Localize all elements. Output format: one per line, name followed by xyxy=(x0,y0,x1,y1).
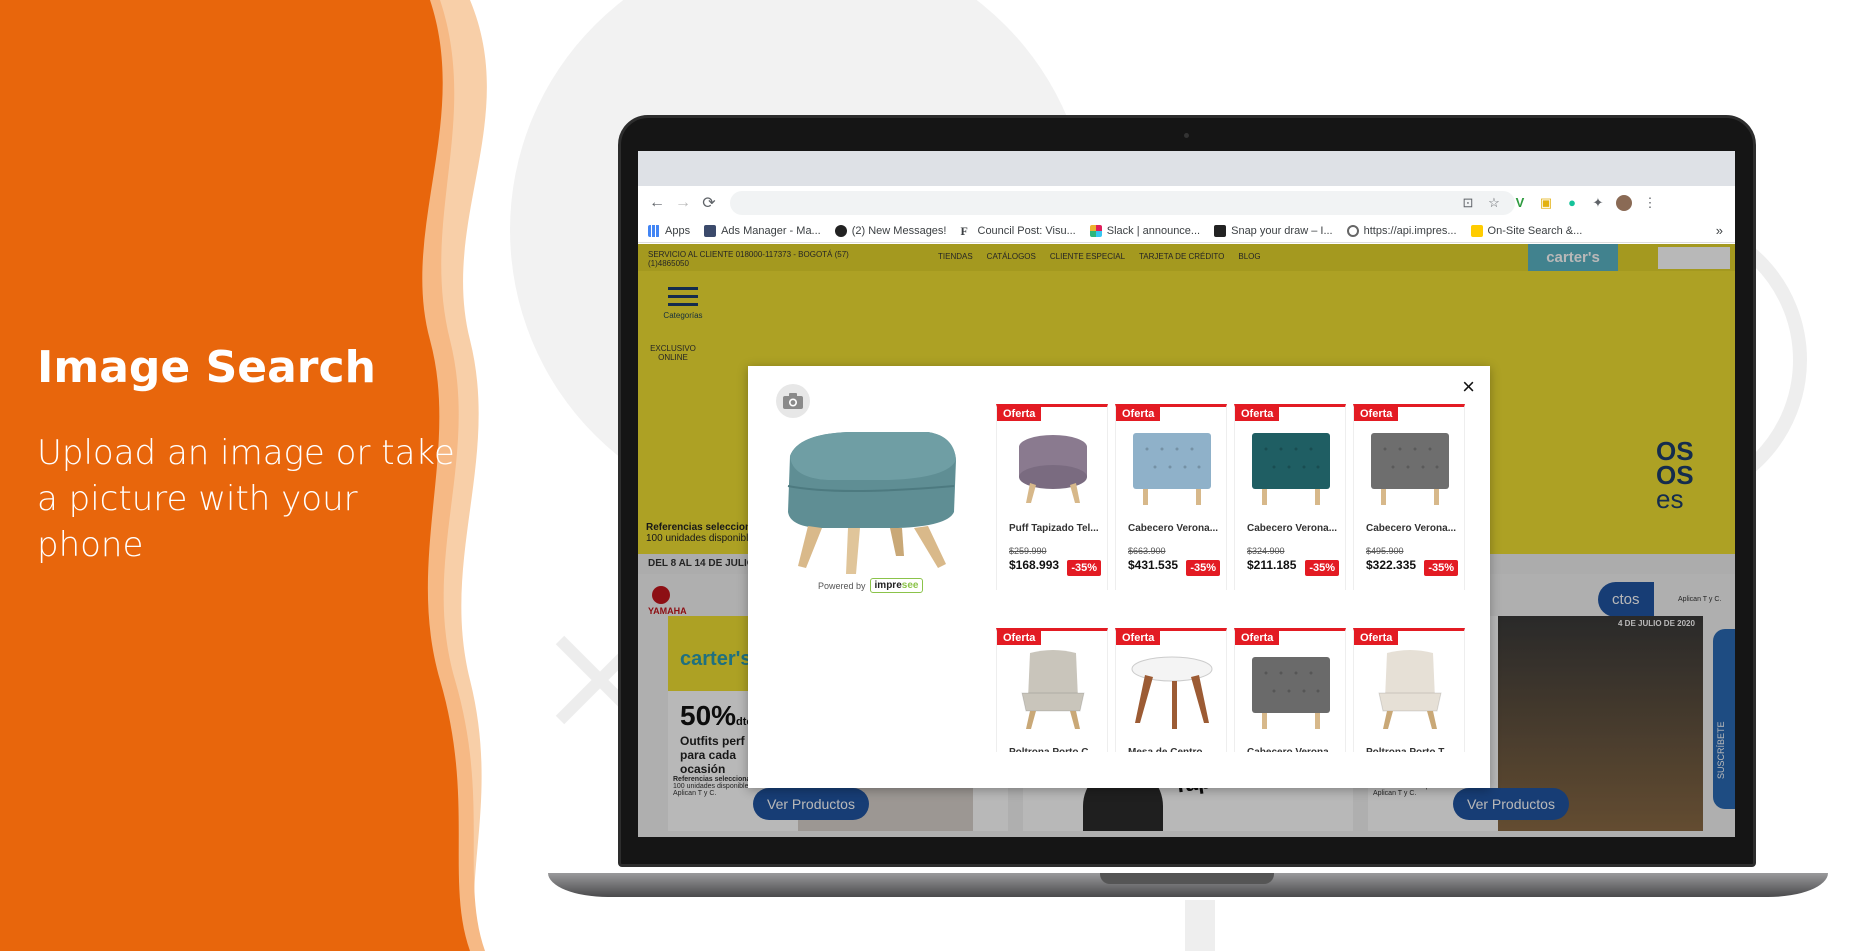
price: $322.335 xyxy=(1366,558,1417,572)
bookmark-label: Slack | announce... xyxy=(1106,224,1201,237)
result-card[interactable]: OfertaMesa de Centro ...$249.990$162.493… xyxy=(1115,628,1227,752)
impresee-logo: impresee xyxy=(869,578,924,593)
result-card[interactable]: OfertaPoltrona Porto T...$419.900$272.93… xyxy=(1353,628,1465,752)
forward-icon[interactable]: → xyxy=(670,190,696,216)
result-card[interactable]: OfertaPoltrona Porto C...$419.900$272.93… xyxy=(996,628,1108,752)
old-price: $663.900 xyxy=(1128,546,1166,556)
bookmark-council-post[interactable]: F Council Post: Visu... xyxy=(961,225,1076,237)
browser-tabstrip xyxy=(638,151,1735,186)
close-icon[interactable]: × xyxy=(1462,374,1475,400)
laptop-notch xyxy=(1100,873,1274,884)
puzzle-icon[interactable]: ✦ xyxy=(1585,192,1611,214)
star-icon[interactable]: ☆ xyxy=(1481,192,1507,214)
bookmark-label: Apps xyxy=(665,224,691,237)
hero-copy: Image Search Upload an image or take a p… xyxy=(37,340,457,568)
results-grid: Oferta Puff Tapizado Tel... $259.990 $168.9… xyxy=(996,404,1469,752)
website: SERVICIO AL CLIENTE 018000-117373 - BOGO… xyxy=(638,244,1735,837)
browser-toolbar: ← → ⟳ ⊡ ☆ V ▣ ● ✦ ⋮ xyxy=(638,186,1735,219)
camera-icon[interactable] xyxy=(776,384,810,418)
product-image[interactable] xyxy=(1246,643,1336,733)
product-image[interactable] xyxy=(1246,419,1336,509)
address-bar[interactable] xyxy=(730,190,1515,215)
discount-badge: -35% xyxy=(1186,560,1220,576)
product-name[interactable]: Poltrona Porto C... xyxy=(1009,747,1104,752)
result-card[interactable]: Oferta Cabecero Verona... $495.900 $322.335… xyxy=(1353,404,1465,590)
result-card[interactable]: Oferta Puff Tapizado Tel... $259.990 $168.9… xyxy=(996,404,1108,590)
bookmark-api[interactable]: https://api.impres... xyxy=(1346,224,1457,237)
forbes-icon: F xyxy=(960,223,968,238)
price: $211.185 xyxy=(1247,558,1297,572)
bookmark-label: https://api.impres... xyxy=(1363,224,1457,237)
brand-part: impre xyxy=(874,580,902,591)
bookmark-label: (2) New Messages! xyxy=(851,224,947,237)
bookmark-ads-manager[interactable]: Ads Manager - Ma... xyxy=(704,224,821,237)
old-price: $495.900 xyxy=(1366,546,1404,556)
slack-icon xyxy=(1089,224,1102,237)
result-card[interactable]: Oferta Cabecero Verona... $663.900 $431.535… xyxy=(1115,404,1227,590)
grammarly-icon[interactable]: ● xyxy=(1559,192,1585,214)
discount-badge: -35% xyxy=(1305,560,1339,576)
laptop-screen: ← → ⟳ ⊡ ☆ V ▣ ● ✦ ⋮ Apps Ads Manager - M… xyxy=(638,151,1735,837)
reload-icon[interactable]: ⟳ xyxy=(696,190,722,216)
slide: Image Search Upload an image or take a p… xyxy=(0,0,1853,951)
bookmark-label: Ads Manager - Ma... xyxy=(721,224,821,237)
product-image[interactable] xyxy=(1127,419,1217,509)
bookmark-snap[interactable]: Snap your draw – I... xyxy=(1214,224,1333,237)
bookmark-label: On-Site Search &... xyxy=(1487,224,1583,237)
old-price: $324.900 xyxy=(1247,546,1285,556)
product-name[interactable]: Puff Tapizado Tel... xyxy=(1009,523,1104,534)
product-name[interactable]: Cabecero Verona... xyxy=(1366,523,1461,534)
extension-v-icon[interactable]: V xyxy=(1507,192,1533,214)
back-icon[interactable]: ← xyxy=(644,190,670,216)
product-image[interactable] xyxy=(1365,643,1455,733)
hero-subtitle: Upload an image or take a picture with y… xyxy=(37,433,455,565)
product-image[interactable] xyxy=(1008,643,1098,733)
apps-grid-icon xyxy=(648,224,660,237)
bookmark-onsite-search[interactable]: On-Site Search &... xyxy=(1470,224,1583,237)
product-image[interactable] xyxy=(1008,419,1098,509)
old-price: $259.990 xyxy=(1009,546,1047,556)
product-name[interactable]: Poltrona Porto T... xyxy=(1366,747,1461,752)
product-image[interactable] xyxy=(1365,419,1455,509)
result-card[interactable]: Oferta Cabecero Verona... $324.900 $211.185… xyxy=(1234,404,1346,590)
avatar[interactable] xyxy=(1611,192,1637,214)
globe-icon xyxy=(1346,224,1359,237)
product-name[interactable]: Mesa de Centro ... xyxy=(1128,747,1223,752)
bookmark-label: Council Post: Visu... xyxy=(977,224,1076,237)
extension-yellow-icon[interactable]: ▣ xyxy=(1533,192,1559,214)
bookmark-messages[interactable]: (2) New Messages! xyxy=(834,224,947,237)
product-name[interactable]: Cabecero Verona... xyxy=(1247,747,1342,752)
price: $431.535 xyxy=(1128,558,1179,572)
result-card[interactable]: OfertaCabecero Verona...$446.900$290.485… xyxy=(1234,628,1346,752)
discount-badge: -35% xyxy=(1067,560,1101,576)
product-name[interactable]: Cabecero Verona... xyxy=(1128,523,1223,534)
bookmarks-more[interactable]: » xyxy=(1716,223,1723,238)
bookmarks-bar: Apps Ads Manager - Ma... (2) New Message… xyxy=(638,219,1735,243)
image-search-modal: × Powered by impresee Oferta Puff Tapiza… xyxy=(748,366,1490,788)
price: $168.993 xyxy=(1009,558,1060,572)
brand-part: see xyxy=(901,580,919,591)
bookmark-slack[interactable]: Slack | announce... xyxy=(1089,224,1201,237)
seo-icon xyxy=(1214,224,1227,237)
hero-title: Image Search xyxy=(37,342,376,393)
bookmark-apps[interactable]: Apps xyxy=(648,224,691,237)
product-name[interactable]: Cabecero Verona... xyxy=(1247,523,1342,534)
discount-badge: -35% xyxy=(1424,560,1458,576)
bookmark-label: Snap your draw – I... xyxy=(1231,224,1333,237)
query-image-ottoman xyxy=(787,432,956,574)
powered-by-label: Powered by xyxy=(818,580,866,591)
powered-by: Powered by impresee xyxy=(818,578,924,593)
product-image[interactable] xyxy=(1127,643,1217,733)
seo-icon xyxy=(1470,224,1483,237)
menu-dots-icon[interactable]: ⋮ xyxy=(1637,192,1663,214)
webcam xyxy=(1184,133,1189,138)
translate-icon[interactable]: ⊡ xyxy=(1455,192,1481,214)
messages-icon xyxy=(834,224,847,237)
ads-icon xyxy=(704,224,717,237)
